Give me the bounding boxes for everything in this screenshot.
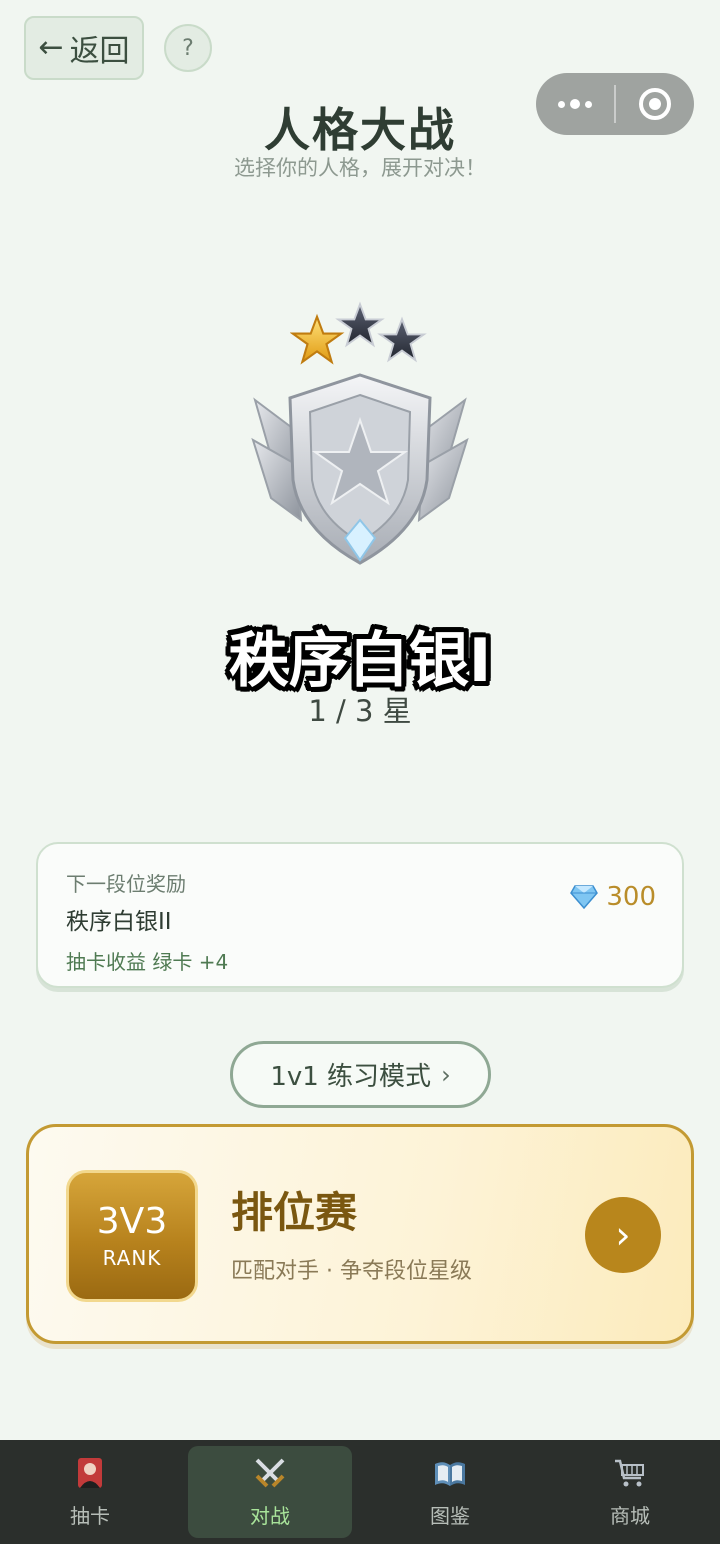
ranked-match-card[interactable]: 3V3 RANK 排位赛 匹配对手 · 争夺段位星级 ›: [26, 1124, 694, 1344]
ranked-description: 匹配对手 · 争夺段位星级: [231, 1259, 472, 1284]
silver-rank-emblem-icon: [251, 373, 469, 565]
help-button[interactable]: ?: [164, 24, 212, 72]
practice-mode-label: 1v1 练习模式: [270, 1062, 432, 1092]
cart-icon: [615, 1459, 644, 1486]
diamond-icon: [570, 885, 599, 909]
rank-star-progress: 1 / 3 星: [308, 694, 412, 728]
star-empty-icon: [335, 301, 385, 348]
diamond-amount: 300: [606, 882, 656, 912]
practice-mode-button[interactable]: 1v1 练习模式 ›: [230, 1041, 491, 1108]
reward-rank-name: 秩序白银II: [66, 909, 172, 935]
reward-label: 下一段位奖励: [66, 872, 186, 896]
next-rank-reward-card: 下一段位奖励 秩序白银II 抽卡收益 绿卡 +4 300: [36, 842, 684, 988]
back-arrow-icon: ←: [38, 30, 64, 65]
chevron-right-icon: ›: [615, 1213, 631, 1257]
chevron-right-icon: ›: [441, 1060, 451, 1089]
badge-sub-text: RANK: [102, 1245, 162, 1270]
reward-diamonds: 300: [570, 882, 656, 912]
help-icon: ?: [182, 35, 194, 61]
tab-collection[interactable]: 图鉴: [360, 1440, 540, 1544]
book-icon: [435, 1461, 465, 1486]
badge-main-text: 3V3: [96, 1201, 168, 1243]
ranked-title: 排位赛: [231, 1188, 358, 1237]
bottom-tab-bar: 抽卡 对战 图鉴 商城: [0, 1440, 720, 1544]
ranked-start-button[interactable]: ›: [585, 1197, 661, 1273]
rank-stars-icon: [290, 301, 427, 365]
rank-name: 秩序白银I: [228, 626, 492, 696]
page-title: 人格大战: [264, 103, 456, 157]
star-filled-icon: [290, 313, 345, 365]
reward-bonus: 抽卡收益 绿卡 +4: [66, 950, 229, 974]
tab-label: 对战: [250, 1503, 290, 1528]
star-empty-icon: [377, 316, 427, 363]
tab-label: 抽卡: [70, 1503, 110, 1528]
3v3-rank-badge: 3V3 RANK: [66, 1170, 198, 1302]
tab-battle[interactable]: 对战: [180, 1440, 360, 1544]
page-subtitle: 选择你的人格，展开对决！: [234, 156, 486, 180]
swords-icon: [255, 1458, 285, 1487]
tab-label: 图鉴: [430, 1503, 470, 1528]
back-label: 返回: [69, 34, 130, 69]
back-button[interactable]: ← 返回: [24, 16, 144, 80]
tab-shop[interactable]: 商城: [540, 1440, 720, 1544]
tab-label: 商城: [610, 1503, 650, 1528]
tab-draw-card[interactable]: 抽卡: [0, 1440, 180, 1544]
card-icon: [78, 1457, 102, 1488]
